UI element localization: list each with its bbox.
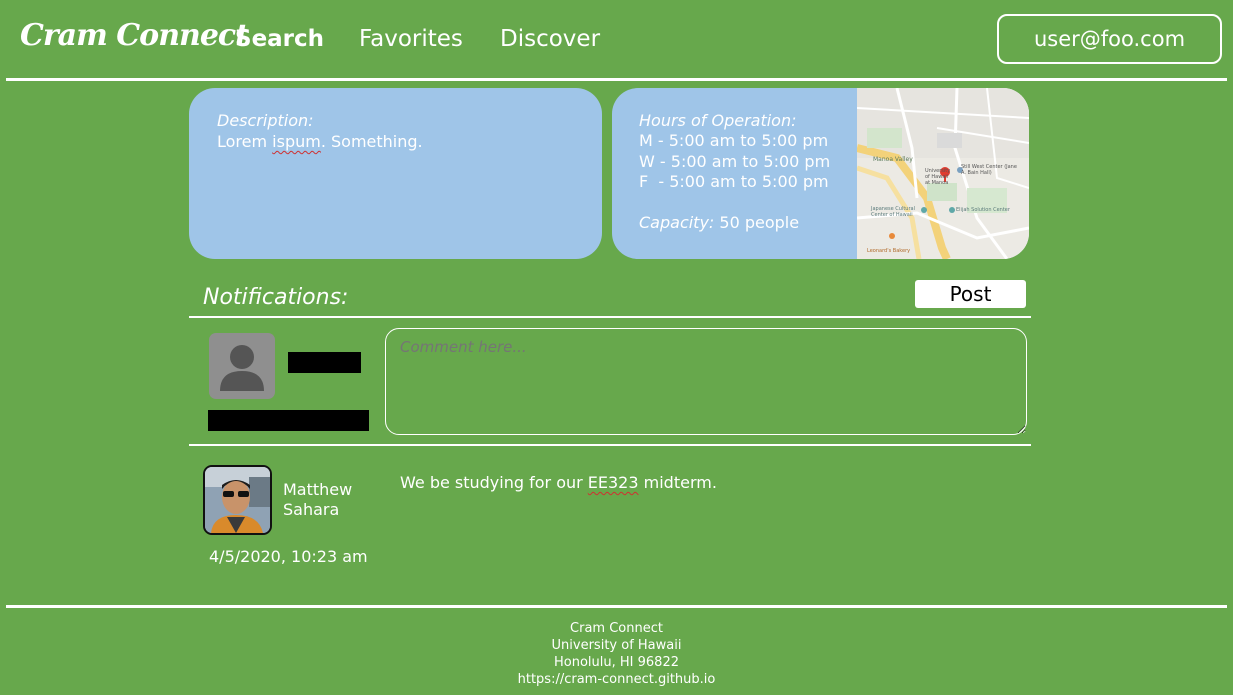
comment-input[interactable]: [385, 328, 1027, 435]
description-word: Lorem: [217, 132, 268, 151]
nav-discover-link[interactable]: Discover: [500, 26, 600, 52]
notifications-title: Notifications:: [203, 285, 349, 310]
capacity-label: Capacity:: [639, 212, 715, 232]
footer-address: Honolulu, HI 96822: [554, 655, 679, 670]
map-label-cultural-center: Japanese Cultural Center of Hawaii: [871, 206, 915, 218]
note-text: We be studying for our EE323 midterm.: [400, 473, 717, 492]
footer-university: University of Hawaii: [551, 638, 682, 653]
hours-card: Hours of Operation: M - 5:00 am to 5:00 …: [612, 88, 1029, 259]
footer: Cram Connect University of Hawaii Honolu…: [0, 620, 1233, 688]
capacity-info: Capacity: 50 people: [639, 213, 859, 232]
footer-divider: [6, 605, 1227, 608]
author-photo: [205, 467, 270, 533]
navbar: Cram Connect Search Favorites Discover u…: [0, 0, 1233, 80]
description-card: Description: Lorem ispum. Something.: [189, 88, 602, 259]
user-avatar-placeholder: [209, 333, 275, 399]
notifications-divider: [189, 316, 1031, 318]
description-label: Description:: [217, 111, 314, 130]
hours-line-wednesday: W - 5:00 am to 5:00 pm: [639, 151, 831, 171]
hours-label: Hours of Operation:: [639, 111, 797, 130]
redacted-name: [288, 352, 361, 373]
person-icon: [220, 345, 264, 391]
capacity-value: 50 people: [714, 212, 800, 232]
hours-info: Hours of Operation: M - 5:00 am to 5:00 …: [639, 110, 859, 232]
nav-favorites-link[interactable]: Favorites: [359, 26, 463, 52]
misspelled-word: ispum: [272, 132, 321, 151]
footer-url[interactable]: https://cram-connect.github.io: [0, 671, 1233, 688]
map-label-manoa-valley: Manoa Valley: [873, 156, 913, 163]
note-course-code: EE323: [587, 473, 639, 492]
map-label-still-west: Still West Center (Jane A. Bain Hall): [961, 164, 1017, 176]
author-name: Matthew Sahara: [283, 480, 353, 519]
map-label-bakery: Leonard's Bakery: [867, 248, 911, 254]
post-button[interactable]: Post: [915, 280, 1026, 308]
footer-app-name: Cram Connect: [570, 621, 663, 636]
hours-line-monday: M - 5:00 am to 5:00 pm: [639, 131, 829, 150]
note-text-start: We be studying for our: [400, 473, 588, 492]
note-timestamp: 4/5/2020, 10:23 am: [209, 547, 368, 566]
nav-search-link[interactable]: Search: [235, 26, 324, 52]
user-account-button[interactable]: user@foo.com: [997, 14, 1222, 64]
map-label-university: University of Hawaii at Manoa: [925, 168, 951, 186]
map-label-solution-center: Elijah Solution Center: [956, 207, 1010, 213]
comment-divider: [189, 444, 1031, 446]
redacted-email: [208, 410, 369, 431]
navbar-divider: [6, 78, 1227, 81]
hours-line-friday: F - 5:00 am to 5:00 pm: [639, 172, 829, 191]
location-map[interactable]: Manoa Valley University of Hawaii at Man…: [856, 88, 1029, 259]
brand-logo[interactable]: Cram Connect: [20, 18, 249, 53]
description-rest: . Something.: [320, 132, 423, 151]
description-text: Lorem ispum. Something.: [217, 131, 574, 152]
note-text-end: midterm.: [638, 473, 717, 492]
author-avatar: [203, 465, 272, 535]
